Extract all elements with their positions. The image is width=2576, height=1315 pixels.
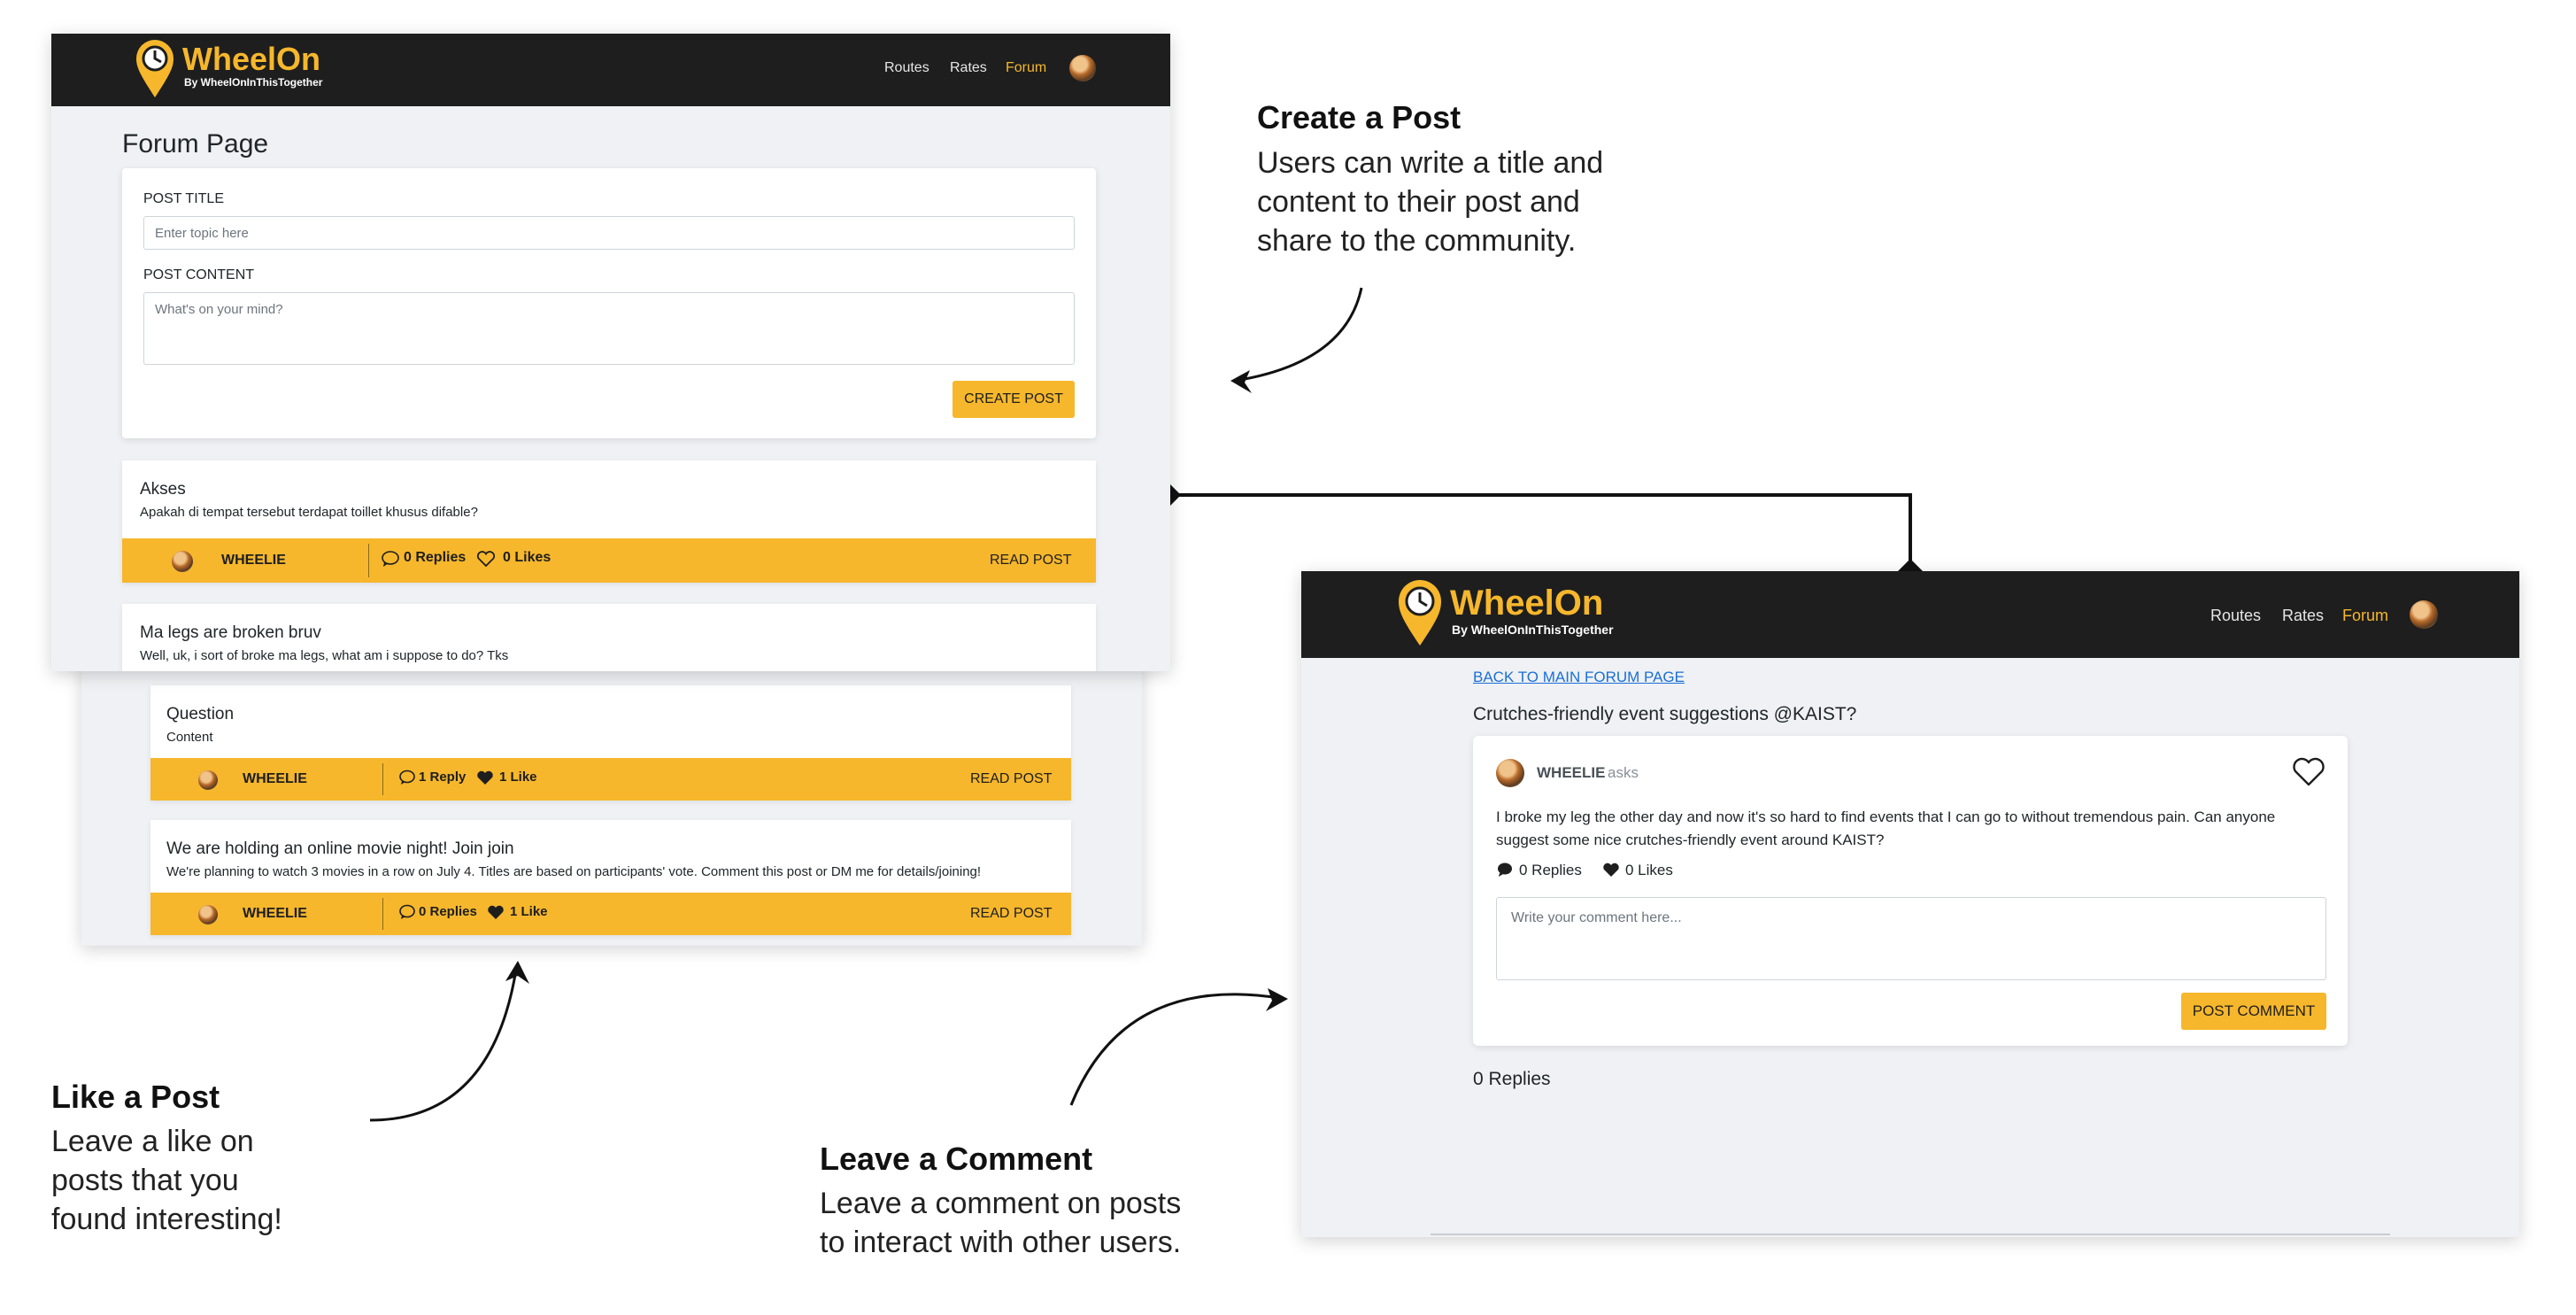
annotation-like-line: posts that you	[51, 1164, 239, 1197]
post-title: We are holding an online movie night! Jo…	[166, 839, 514, 858]
post-body: Content	[166, 730, 213, 745]
author-name: WHEELIE	[243, 771, 307, 786]
create-post-arrow	[1234, 287, 1363, 383]
annotation-create-line: content to their post and	[1257, 185, 1580, 219]
annotation-comment-line: Leave a comment on posts	[820, 1187, 1182, 1220]
post-title: Question	[166, 705, 235, 723]
read-post-button[interactable]: READ POST	[970, 771, 1052, 787]
post-action-bar: WHEELIE 0 Replies 1 Like READ POST	[150, 893, 1071, 935]
like-count: 1 Like	[499, 770, 537, 785]
reply-count: 0 Replies	[404, 550, 467, 565]
post-body-line2: suggest some nice crutches-friendly even…	[1496, 832, 1885, 848]
post-title-input[interactable]: Enter topic here	[143, 216, 1075, 250]
avatar	[1496, 759, 1524, 787]
author-name: WHEELIE	[221, 553, 286, 568]
annotation-like-line: Leave a like on	[51, 1125, 254, 1158]
read-post-button[interactable]: READ POST	[970, 906, 1052, 922]
brand-name: WheelOn	[182, 41, 321, 77]
heart-icon[interactable]	[487, 904, 505, 924]
heart-outline-icon[interactable]	[2291, 755, 2326, 792]
nav-forum[interactable]: Forum	[2342, 607, 2388, 625]
logo-pin-icon	[1397, 580, 1443, 652]
back-to-forum-link[interactable]: BACK TO MAIN FORUM PAGE	[1473, 669, 1685, 686]
post-content-textarea[interactable]: What's on your mind?	[143, 292, 1075, 365]
navbar: WheelOn By WheelOnInThisTogether Routes …	[1301, 571, 2519, 658]
post-title-label: POST TITLE	[143, 191, 224, 206]
post-detail-panel: WheelOn By WheelOnInThisTogether Routes …	[1301, 571, 2519, 1237]
nav-rates[interactable]: Rates	[2282, 607, 2324, 625]
reply-count: 0 Replies	[1519, 862, 1582, 878]
post-body-line1: I broke my leg the other day and now it'…	[1496, 808, 2276, 825]
footer-divider	[1431, 1234, 2390, 1235]
post-action-bar: WHEELIE 0 Replies 0 Likes READ POST	[122, 538, 1096, 583]
heart-icon[interactable]	[476, 770, 494, 790]
post-card-legs[interactable]: Ma legs are broken bruv Well, uk, i sort…	[122, 604, 1096, 671]
brand-tagline: By WheelOnInThisTogether	[184, 76, 323, 89]
create-post-card: POST TITLE Enter topic here POST CONTENT…	[122, 168, 1096, 438]
annotation-comment-line: to interact with other users.	[820, 1226, 1182, 1259]
post-title: Akses	[140, 480, 186, 499]
comment-placeholder: Write your comment here...	[1511, 910, 1682, 925]
post-action-bar: WHEELIE 1 Reply 1 Like READ POST	[150, 758, 1071, 801]
annotation-comment-title: Leave a Comment	[820, 1141, 1093, 1177]
post-body: Well, uk, i sort of broke ma legs, what …	[140, 648, 509, 663]
replies-heading: 0 Replies	[1473, 1069, 1551, 1089]
annotation-like-title: Like a Post	[51, 1079, 220, 1115]
heart-outline-icon[interactable]	[476, 550, 496, 572]
avatar	[198, 905, 218, 924]
comment-icon	[398, 770, 416, 790]
post-body: We're planning to watch 3 movies in a ro…	[166, 864, 982, 879]
nav-forum[interactable]: Forum	[1006, 60, 1046, 76]
post-detail-connector	[1168, 493, 1912, 571]
logo-pin-icon	[135, 39, 175, 104]
post-content-label: POST CONTENT	[143, 267, 255, 282]
avatar	[172, 551, 193, 572]
forum-page-panel: WheelOn By WheelOnInThisTogether Routes …	[51, 34, 1170, 671]
post-title-placeholder: Enter topic here	[155, 226, 249, 241]
annotation-create-title: Create a Post	[1257, 99, 1462, 135]
post-title: Crutches-friendly event suggestions @KAI…	[1473, 704, 1857, 724]
nav-routes[interactable]: Routes	[2210, 607, 2261, 625]
like-post-arrow	[369, 969, 518, 1122]
asks-label: asks	[1608, 764, 1639, 781]
nav-routes[interactable]: Routes	[884, 60, 929, 76]
like-count: 1 Like	[510, 904, 548, 919]
comment-icon	[1496, 862, 1514, 882]
page-title: Forum Page	[122, 129, 269, 159]
post-comment-button[interactable]: POST COMMENT	[2181, 993, 2326, 1030]
read-post-button[interactable]: READ POST	[990, 553, 1071, 569]
post-detail-card: WHEELIE asks I broke my leg the other da…	[1473, 736, 2348, 1046]
annotation-like-line: found interesting!	[51, 1203, 282, 1236]
create-post-button[interactable]: CREATE POST	[953, 381, 1075, 418]
navbar: WheelOn By WheelOnInThisTogether Routes …	[51, 34, 1170, 106]
brand-tagline: By WheelOnInThisTogether	[1452, 623, 1614, 637]
forum-continued-panel: Question Content WHEELIE 1 Reply 1 Like …	[81, 655, 1142, 946]
heart-icon[interactable]	[1602, 862, 1620, 882]
avatar[interactable]	[1069, 55, 1096, 81]
like-count: 0 Likes	[503, 550, 551, 565]
like-count: 0 Likes	[1625, 862, 1673, 878]
annotation-create-line: share to the community.	[1257, 224, 1577, 258]
comment-textarea[interactable]: Write your comment here...	[1496, 897, 2326, 980]
avatar	[198, 770, 218, 790]
reply-count: 0 Replies	[419, 904, 477, 919]
comment-arrow	[1069, 993, 1280, 1106]
post-card-question[interactable]: Question Content WHEELIE 1 Reply 1 Like …	[150, 685, 1071, 801]
author-name: WHEELIE	[1537, 764, 1606, 781]
comment-icon	[398, 904, 416, 924]
post-card-movie-night[interactable]: We are holding an online movie night! Jo…	[150, 820, 1071, 935]
comment-icon	[381, 550, 400, 572]
post-card-akses[interactable]: Akses Apakah di tempat tersebut terdapat…	[122, 460, 1096, 583]
post-content-placeholder: What's on your mind?	[155, 302, 283, 317]
brand-name: WheelOn	[1450, 584, 1604, 623]
nav-rates[interactable]: Rates	[950, 60, 987, 76]
reply-count: 1 Reply	[419, 770, 467, 785]
author-name: WHEELIE	[243, 906, 307, 921]
post-title: Ma legs are broken bruv	[140, 623, 321, 642]
annotation-create-line: Users can write a title and	[1257, 146, 1604, 180]
avatar[interactable]	[2410, 600, 2438, 629]
post-body: Apakah di tempat tersebut terdapat toill…	[140, 505, 478, 520]
